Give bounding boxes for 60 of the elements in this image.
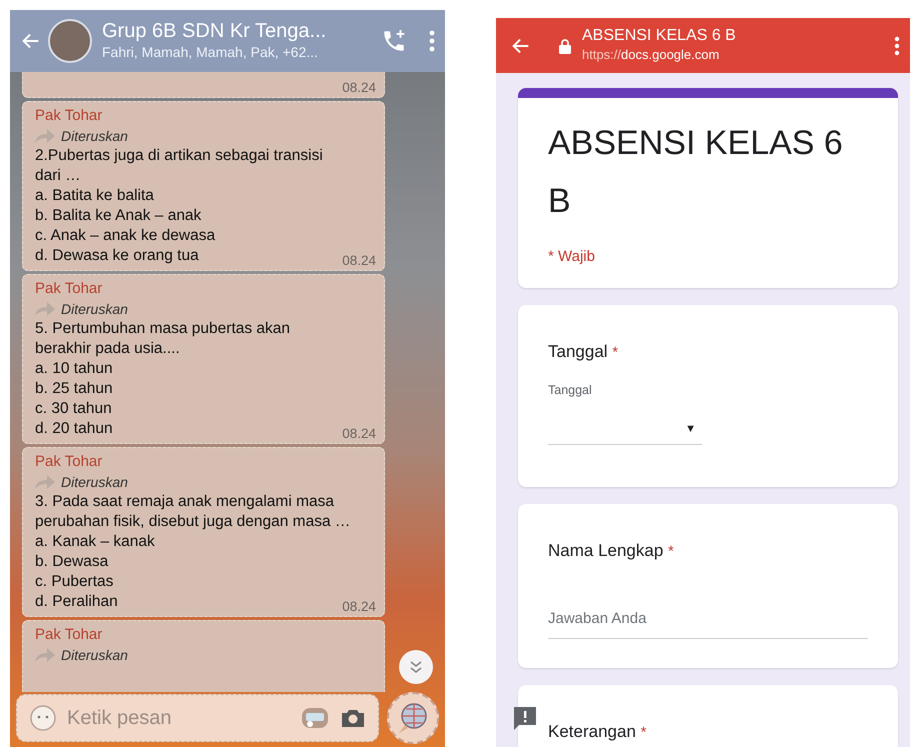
required-asterisk: * [640,724,646,741]
date-sublabel: Tanggal [548,382,593,399]
page-title: ABSENSI KELAS 6 B [582,26,737,45]
message-time: 08.24 [342,81,376,95]
date-dropdown[interactable]: ▼ [548,415,702,445]
message-time: 08.24 [342,254,376,268]
message-line: berakhir pada usia.... [35,339,180,359]
chat-participants: Fahri, Mamah, Mamah, Pak, +62... [102,42,319,62]
message-line: 2.Pubertas juga di artikan sebagai transisi [35,146,323,166]
lock-icon [558,38,572,54]
menu-icon[interactable] [429,30,435,52]
question-label: Keterangan [548,722,636,741]
menu-icon[interactable] [894,36,900,56]
message-time: 08.24 [342,427,376,441]
sender-name: Pak Tohar [35,625,104,645]
message-line: d. Peralihan [35,592,118,612]
emoji-icon[interactable] [29,704,57,732]
message-line: a. Kanak – kanak [35,532,155,552]
message-line: d. 20 tahun [35,419,113,439]
message-line: 3. Pada saat remaja anak mengalami masa [35,492,334,512]
message-line: 5. Pertumbuhan masa pubertas akan [35,319,290,339]
group-avatar[interactable] [48,19,92,63]
forwarded-label: Diteruskan [61,473,128,492]
forward-icon [35,129,55,143]
forward-icon [35,475,55,489]
send-button[interactable] [387,692,439,744]
message-line: perubahan fisik, disebut juga dengan masa … [35,512,350,532]
forwarded-label: Diteruskan [61,300,128,319]
message-line: b. Dewasa [35,552,108,572]
feedback-icon[interactable] [512,705,538,731]
sender-name: Pak Tohar [35,279,104,299]
forward-icon [35,648,55,662]
message-placeholder: Ketik pesan [67,706,173,730]
message-line: c. 30 tahun [35,399,112,419]
question-label: Nama Lengkap [548,541,664,560]
message-line: c. Anak – anak ke dewasa [35,226,216,246]
question-label: Tanggal [548,342,608,361]
answer-field[interactable]: Jawaban Anda [548,604,868,639]
scroll-down-button[interactable] [399,650,433,684]
required-asterisk: * [668,543,674,560]
double-chevron-icon [409,660,423,674]
required-asterisk: * [612,344,618,361]
sender-name: Pak Tohar [35,106,104,126]
sender-name: Pak Tohar [35,452,104,472]
forwarded-label: Diteruskan [61,127,128,146]
message-field[interactable]: Ketik pesan [16,694,379,742]
chat-title[interactable]: Grup 6B SDN Kr Tenga... [102,20,375,42]
message-line: dari … [35,166,81,186]
forwarded-label: Diteruskan [61,646,128,665]
message-time: 08.24 [342,600,376,614]
forward-icon [35,302,55,316]
page-url: https://docs.google.com [582,46,720,64]
form-title: ABSENSI KELAS 6 B [548,123,844,222]
message-line: a. 10 tahun [35,359,113,379]
required-note: * Wajib [548,247,596,267]
message-line: b. Balita ke Anak – anak [35,206,202,226]
message-line: d. Dewasa ke orang tua [35,246,199,266]
message-line: b. 25 tahun [35,379,113,399]
message-line: c. Pubertas [35,572,114,592]
message-line: a. Batita ke balita [35,186,154,206]
